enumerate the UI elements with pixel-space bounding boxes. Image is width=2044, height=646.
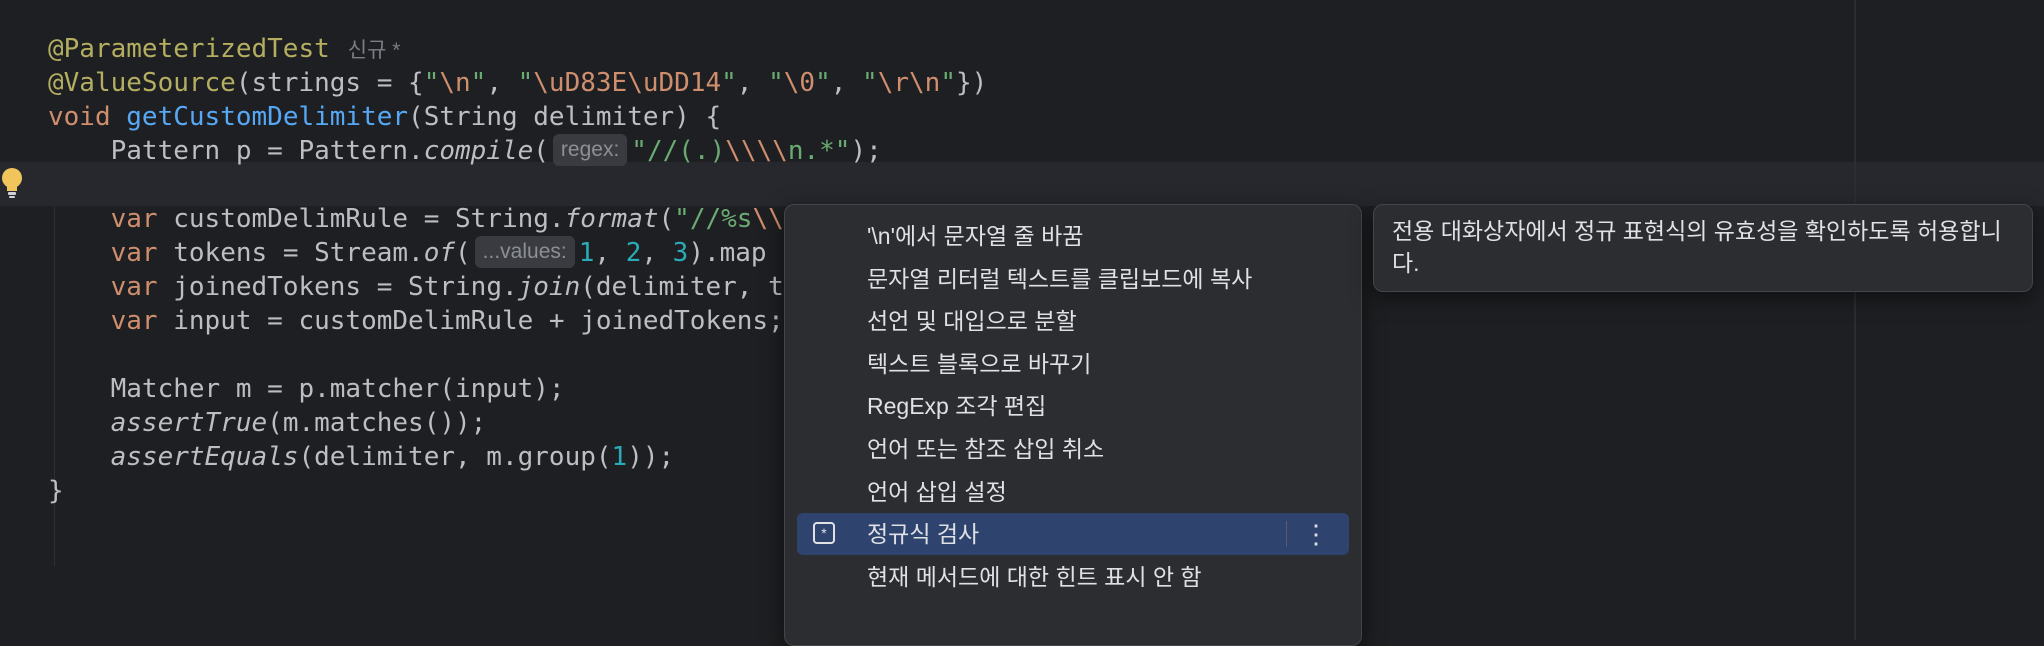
intention-actions-popup[interactable]: '\n'에서 문자열 줄 바꿈문자열 리터럴 텍스트를 클립보드에 복사선언 및… — [784, 204, 1362, 646]
code-token: tokens = Stream. — [173, 238, 424, 268]
menu-item[interactable]: RegExp 조각 편집 — [797, 385, 1349, 427]
code-token: void — [48, 102, 127, 132]
code-token: assertEquals — [110, 442, 299, 472]
code-token: }) — [955, 68, 988, 98]
menu-item-label: RegExp 조각 편집 — [867, 393, 1047, 420]
code-token: (delimiter, to — [580, 272, 800, 302]
menu-item[interactable]: * 정규식 검사 ⋮ — [797, 513, 1349, 556]
menu-item-label: 언어 또는 참조 삽입 취소 — [867, 436, 1105, 462]
code-token: Matcher m = p.matcher(input); — [48, 374, 565, 404]
code-token: ( — [455, 238, 471, 268]
code-token: @ValueSource — [48, 68, 236, 98]
code-token: var — [110, 272, 174, 302]
code-token: } — [48, 476, 64, 506]
code-token: var — [110, 238, 174, 268]
new-code-tag: 신규 * — [347, 39, 401, 62]
code-token: " — [423, 68, 440, 98]
code-token: n.*" — [787, 136, 851, 166]
code-token: ( — [533, 136, 549, 166]
more-options-icon[interactable]: ⋮ — [1301, 513, 1331, 555]
code-token: , — [641, 238, 673, 268]
code-token: "//%s — [674, 204, 753, 234]
code-token: (String delimiter) { — [408, 102, 722, 132]
code-token: \r\n — [877, 68, 941, 98]
menu-item-label: 현재 메서드에 대한 힌트 표시 안 함 — [867, 563, 1202, 590]
code-token: var — [110, 204, 174, 234]
code-token: compile — [423, 136, 534, 166]
code-token: customDelimRule = String. — [173, 204, 565, 234]
menu-item[interactable]: '\n'에서 문자열 줄 바꿈 — [797, 215, 1349, 257]
inlay-hint: ...values: — [474, 235, 575, 268]
menu-item-label: 선언 및 대입으로 분할 — [867, 308, 1077, 335]
code-token: var — [110, 306, 174, 336]
menu-item-label: '\n'에서 문자열 줄 바꿈 — [867, 223, 1084, 249]
menu-item-label: 언어 삽입 설정 — [867, 478, 1007, 505]
menu-item-separator — [1286, 521, 1287, 548]
inlay-hint: regex: — [552, 133, 628, 166]
code-line[interactable]: assertEquals(delimiter, m.group(1)); — [48, 435, 675, 479]
code-token: , — [486, 68, 518, 98]
lightbulb-icon[interactable] — [0, 166, 26, 200]
code-token: "//(.) — [631, 136, 726, 166]
code-token: , — [736, 68, 769, 98]
menu-item-label: 정규식 검사 — [867, 521, 980, 548]
menu-item[interactable]: 언어 삽입 설정 — [797, 471, 1349, 513]
code-token: \\\\ — [725, 136, 788, 166]
code-token: " — [862, 68, 878, 98]
right-margin-guide — [1854, 0, 1856, 640]
code-token: 2 — [625, 238, 642, 268]
menu-item[interactable]: 선언 및 대입으로 분할 — [797, 300, 1349, 342]
code-token: 1 — [578, 238, 595, 268]
code-token: 1 — [611, 442, 628, 472]
code-line[interactable]: Pattern p = Pattern.compile(regex: "//(.)… — [48, 129, 882, 173]
code-line[interactable]: } — [48, 469, 64, 513]
menu-item-label: 문자열 리터럴 텍스트를 클립보드에 복사 — [867, 265, 1253, 292]
code-token: of — [423, 238, 456, 268]
code-token: 3 — [672, 238, 689, 268]
menu-item-label: 텍스트 블록으로 바꾸기 — [867, 350, 1092, 377]
intention-description-tooltip: 전용 대화상자에서 정규 표현식의 유효성을 확인하도록 허용합니다. — [1373, 204, 2033, 292]
code-token: ( — [658, 204, 675, 234]
menu-item[interactable]: 텍스트 블록으로 바꾸기 — [797, 343, 1349, 385]
tooltip-text: 전용 대화상자에서 정규 표현식의 유효성을 확인하도록 허용합니다. — [1392, 218, 2002, 276]
code-token: " — [721, 68, 737, 98]
code-token: " — [768, 68, 784, 98]
code-token: format — [564, 204, 659, 234]
code-token: " — [517, 68, 534, 98]
code-token: " — [470, 68, 487, 98]
code-token: , — [830, 68, 863, 98]
code-token: ); — [850, 136, 882, 166]
menu-item[interactable]: 현재 메서드에 대한 힌트 표시 안 함 — [797, 556, 1349, 598]
code-token: (delimiter, m.group( — [298, 442, 612, 472]
code-token: Pattern p = Pattern. — [48, 136, 424, 166]
code-token: (strings = { — [235, 68, 424, 98]
code-token: joinedTokens = String. — [173, 272, 518, 302]
code-token: , — [594, 238, 626, 268]
code-token: (m.matches()); — [267, 408, 487, 438]
code-token: \0 — [783, 68, 816, 98]
code-token: ).map — [688, 238, 767, 268]
code-token: " — [940, 68, 956, 98]
code-token: \uD83E\uDD14 — [533, 68, 722, 98]
code-token: " — [815, 68, 831, 98]
code-token: \n — [439, 68, 471, 98]
regex-icon: * — [813, 522, 835, 545]
code-token: assertTrue — [110, 408, 268, 438]
code-token: @ParameterizedTest — [48, 34, 330, 64]
menu-item[interactable]: 언어 또는 참조 삽입 취소 — [797, 428, 1349, 470]
menu-item[interactable]: 문자열 리터럴 텍스트를 클립보드에 복사 — [797, 258, 1349, 300]
code-token: input = customDelimRule + joinedTokens; — [173, 306, 784, 336]
code-token: )); — [627, 442, 675, 472]
code-line[interactable]: var input = customDelimRule + joinedToke… — [48, 299, 784, 343]
code-token: join — [517, 272, 581, 302]
code-token: getCustomDelimiter — [126, 102, 409, 132]
